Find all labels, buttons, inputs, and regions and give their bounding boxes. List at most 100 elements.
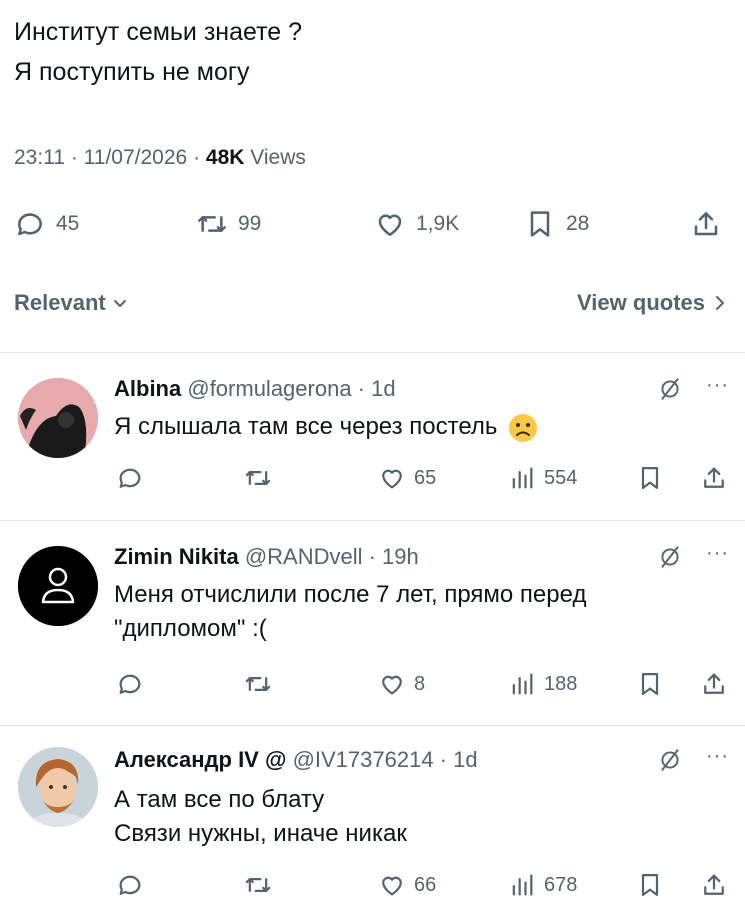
avatar[interactable] — [18, 546, 98, 626]
like-button[interactable]: 65 — [378, 464, 436, 492]
reply-text: А там все по блату Связи нужны, иначе ни… — [114, 786, 407, 847]
more-options-icon[interactable]: ··· — [706, 745, 729, 768]
share-button[interactable] — [700, 464, 728, 492]
reply-icon — [119, 875, 141, 895]
reply-icon — [119, 674, 141, 694]
reply-icon — [18, 213, 42, 236]
reply-author-handle[interactable]: @formulagerona · 1d — [187, 376, 395, 401]
more-options-icon[interactable]: ··· — [706, 542, 729, 565]
reply-text: Меня отчислили после 7 лет, прямо перед … — [114, 581, 587, 642]
reply-action-bar: 66 678 — [0, 871, 745, 903]
views-button[interactable]: 188 — [508, 670, 577, 698]
repost-icon — [245, 677, 271, 691]
tweet-date[interactable]: 11/07/2026 — [84, 146, 188, 169]
view-count: 678 — [544, 873, 578, 896]
tweet-action-bar: 45 99 1,9K 28 — [0, 208, 745, 248]
repost-button[interactable] — [244, 871, 272, 899]
view-quotes-link[interactable]: View quotes — [577, 290, 727, 316]
more-options-icon[interactable]: ··· — [706, 374, 729, 397]
mute-button[interactable] — [657, 747, 683, 778]
bookmark-count: 28 — [566, 212, 590, 235]
bookmark-icon — [641, 466, 659, 490]
reply-header: Albina @formulagerona · 1d — [114, 376, 396, 402]
views-button[interactable]: 678 — [508, 871, 577, 899]
bookmark-button[interactable] — [636, 871, 664, 899]
repost-icon — [198, 216, 226, 232]
share-icon — [694, 212, 718, 236]
bookmark-icon — [641, 672, 659, 696]
tweet-line-1: Институт семьи знаете ? — [14, 18, 303, 46]
reply-author-name[interactable]: Albina — [114, 376, 181, 401]
like-button[interactable]: 8 — [378, 670, 425, 698]
share-button[interactable] — [690, 208, 722, 240]
heart-icon — [382, 469, 402, 489]
sort-label: Relevant — [14, 290, 106, 315]
repost-button[interactable] — [244, 670, 272, 698]
slashed-circle-icon — [661, 749, 679, 771]
bar-chart-icon — [512, 874, 533, 896]
like-count: 1,9K — [416, 212, 460, 235]
views-label: Views — [250, 146, 306, 169]
share-icon — [704, 673, 724, 694]
reply-item[interactable]: Александр IV @ @IV17376214 · 1d ··· А та… — [0, 725, 745, 906]
chevron-down-icon — [113, 300, 126, 307]
slashed-circle-icon — [661, 378, 679, 400]
reply-author-handle[interactable]: @RANDvell · 19h — [245, 544, 419, 569]
bookmark-button[interactable] — [636, 670, 664, 698]
like-button[interactable]: 66 — [378, 871, 436, 899]
views-button[interactable]: 554 — [508, 464, 577, 492]
like-count: 66 — [414, 873, 437, 896]
bookmark-button[interactable]: 28 — [524, 208, 589, 240]
reply-count: 45 — [56, 212, 80, 235]
reply-action-bar: 8 188 — [0, 670, 745, 702]
reply-author-handle[interactable]: @IV17376214 · 1d — [293, 747, 478, 772]
repost-button[interactable]: 99 — [196, 208, 261, 240]
repost-count: 99 — [238, 212, 262, 235]
reply-text: Я слышала там все через постель — [114, 410, 539, 444]
like-count: 65 — [414, 466, 437, 489]
view-quotes-label: View quotes — [577, 290, 705, 315]
avatar[interactable] — [18, 378, 98, 458]
reply-button[interactable]: 45 — [14, 208, 79, 240]
bar-chart-icon — [512, 467, 533, 489]
views-count: 48K — [205, 146, 245, 169]
repost-icon — [245, 471, 271, 485]
heart-icon — [382, 675, 402, 695]
reply-button[interactable] — [116, 670, 144, 698]
bookmark-button[interactable] — [636, 464, 664, 492]
chevron-right-icon — [716, 296, 724, 310]
reply-author-name[interactable]: Zimin Nikita — [114, 544, 239, 569]
reply-button[interactable] — [116, 464, 144, 492]
sort-dropdown[interactable]: Relevant — [14, 290, 128, 316]
mute-button[interactable] — [657, 376, 683, 407]
replies-sort-row: Relevant View quotes — [0, 288, 745, 324]
repost-icon — [245, 878, 271, 892]
view-count: 188 — [544, 672, 578, 695]
share-button[interactable] — [700, 670, 728, 698]
frowning-face-icon — [509, 413, 538, 442]
default-avatar-icon — [18, 546, 98, 626]
reply-author-name[interactable]: Александр IV @ — [114, 747, 286, 772]
reply-item[interactable]: Zimin Nikita @RANDvell · 19h ··· Меня от… — [0, 520, 745, 725]
like-button[interactable]: 1,9K — [374, 208, 459, 240]
repost-button[interactable] — [244, 464, 272, 492]
share-button[interactable] — [700, 871, 728, 899]
mute-button[interactable] — [657, 544, 683, 575]
heart-icon — [378, 214, 402, 236]
slashed-circle-icon — [661, 546, 679, 568]
share-icon — [704, 467, 724, 488]
reply-button[interactable] — [116, 871, 144, 899]
share-icon — [704, 874, 724, 895]
tweet-line-2: Я поступить не могу — [14, 58, 250, 86]
reply-header: Александр IV @ @IV17376214 · 1d — [114, 747, 478, 773]
reply-header: Zimin Nikita @RANDvell · 19h — [114, 544, 419, 570]
bookmark-icon — [530, 211, 550, 237]
bar-chart-icon — [512, 673, 533, 695]
reply-item[interactable]: Albina @formulagerona · 1d ··· Я слышала… — [0, 352, 745, 520]
tweet-time[interactable]: 23:11 — [14, 146, 65, 169]
avatar[interactable] — [18, 747, 98, 827]
reply-icon — [119, 468, 141, 488]
view-count: 554 — [544, 466, 578, 489]
tweet-text: Институт семьи знаете ? Я поступить не м… — [14, 12, 302, 92]
like-count: 8 — [414, 672, 426, 695]
